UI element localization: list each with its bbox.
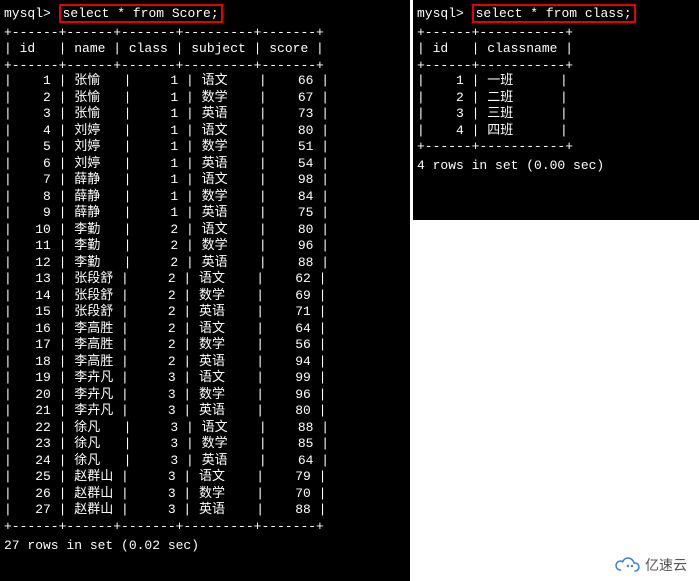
table-row: | 3 | 三班 | xyxy=(417,106,695,123)
table-border-mid: +------+------+-------+---------+-------… xyxy=(4,58,406,73)
table-row: | 16 | 李高胜 | 2 | 语文 | 64 | xyxy=(4,321,406,338)
score-table-header: | id | name | class | subject | score | xyxy=(4,40,406,58)
table-border-bottom: +------+------+-------+---------+-------… xyxy=(4,519,406,534)
table-row: | 25 | 赵群山 | 3 | 语文 | 79 | xyxy=(4,469,406,486)
table-row: | 20 | 李卉凡 | 3 | 数学 | 96 | xyxy=(4,387,406,404)
table-row: | 14 | 张段舒 | 2 | 数学 | 69 | xyxy=(4,288,406,305)
table-row: | 13 | 张段舒 | 2 | 语文 | 62 | xyxy=(4,271,406,288)
table-row: | 1 | 张愉 | 1 | 语文 | 66 | xyxy=(4,73,406,90)
table-row: | 26 | 赵群山 | 3 | 数学 | 70 | xyxy=(4,486,406,503)
table-row: | 10 | 李勤 | 2 | 语文 | 80 | xyxy=(4,222,406,239)
class-table-body: | 1 | 一班 || 2 | 二班 || 3 | 三班 || 4 | 四班 | xyxy=(417,73,695,139)
table-row: | 19 | 李卉凡 | 3 | 语文 | 99 | xyxy=(4,370,406,387)
table-border-bottom: +------+-----------+ xyxy=(417,139,695,154)
table-row: | 4 | 刘婷 | 1 | 语文 | 80 | xyxy=(4,123,406,140)
table-row: | 18 | 李高胜 | 2 | 英语 | 94 | xyxy=(4,354,406,371)
table-row: | 9 | 薛静 | 1 | 英语 | 75 | xyxy=(4,205,406,222)
status-right: 4 rows in set (0.00 sec) xyxy=(417,158,695,173)
mysql-prompt: mysql> xyxy=(417,6,464,21)
cloud-icon xyxy=(615,556,641,574)
table-row: | 24 | 徐凡 | 3 | 英语 | 64 | xyxy=(4,453,406,470)
table-row: | 1 | 一班 | xyxy=(417,73,695,90)
mysql-terminal-score: mysql> select * from Score; +------+----… xyxy=(0,0,410,581)
prompt-line-right: mysql> select * from class; xyxy=(417,4,695,23)
table-row: | 2 | 二班 | xyxy=(417,90,695,107)
table-row: | 22 | 徐凡 | 3 | 语文 | 88 | xyxy=(4,420,406,437)
table-row: | 5 | 刘婷 | 1 | 数学 | 51 | xyxy=(4,139,406,156)
table-border-mid: +------+-----------+ xyxy=(417,58,695,73)
table-row: | 8 | 薛静 | 1 | 数学 | 84 | xyxy=(4,189,406,206)
table-row: | 4 | 四班 | xyxy=(417,123,695,140)
table-row: | 15 | 张段舒 | 2 | 英语 | 71 | xyxy=(4,304,406,321)
table-row: | 27 | 赵群山 | 3 | 英语 | 88 | xyxy=(4,502,406,519)
class-table-header: | id | classname | xyxy=(417,40,695,58)
watermark: 亿速云 xyxy=(615,555,687,575)
table-border-top: +------+------+-------+---------+-------… xyxy=(4,25,406,40)
mysql-prompt: mysql> xyxy=(4,6,51,21)
table-row: | 6 | 刘婷 | 1 | 英语 | 54 | xyxy=(4,156,406,173)
sql-command-left: select * from Score; xyxy=(59,4,223,23)
table-row: | 17 | 李高胜 | 2 | 数学 | 56 | xyxy=(4,337,406,354)
watermark-text: 亿速云 xyxy=(645,555,687,575)
prompt-line-left: mysql> select * from Score; xyxy=(4,4,406,23)
table-row: | 7 | 薛静 | 1 | 语文 | 98 | xyxy=(4,172,406,189)
sql-command-right: select * from class; xyxy=(472,4,636,23)
table-row: | 2 | 张愉 | 1 | 数学 | 67 | xyxy=(4,90,406,107)
score-table-body: | 1 | 张愉 | 1 | 语文 | 66 || 2 | 张愉 | 1 | 数… xyxy=(4,73,406,519)
table-row: | 23 | 徐凡 | 3 | 数学 | 85 | xyxy=(4,436,406,453)
mysql-terminal-class: mysql> select * from class; +------+----… xyxy=(413,0,699,220)
table-border-top: +------+-----------+ xyxy=(417,25,695,40)
table-row: | 12 | 李勤 | 2 | 英语 | 88 | xyxy=(4,255,406,272)
status-left: 27 rows in set (0.02 sec) xyxy=(4,538,406,553)
table-row: | 21 | 李卉凡 | 3 | 英语 | 80 | xyxy=(4,403,406,420)
table-row: | 11 | 李勤 | 2 | 数学 | 96 | xyxy=(4,238,406,255)
table-row: | 3 | 张愉 | 1 | 英语 | 73 | xyxy=(4,106,406,123)
